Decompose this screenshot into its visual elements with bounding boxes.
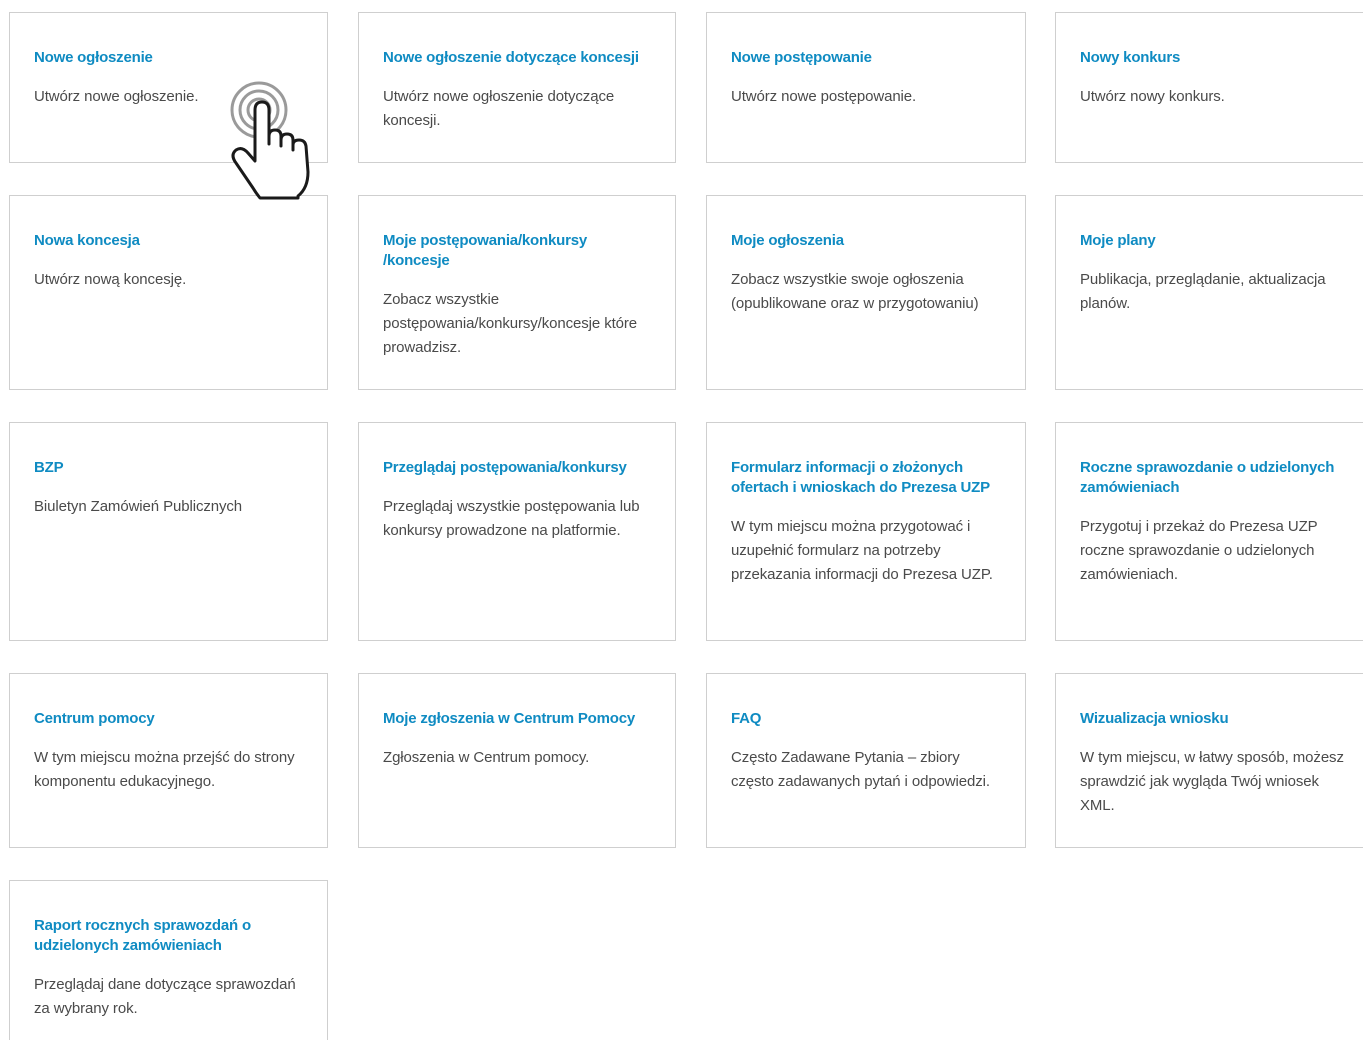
tile-title[interactable]: Raport rocznych sprawozdań o udzielonych…: [34, 916, 303, 956]
tile-moje-zgloszenia[interactable]: Moje zgłoszenia w Centrum Pomocy Zgłosze…: [358, 673, 676, 848]
tiles-grid: Nowe ogłoszenie Utwórz nowe ogłoszenie. …: [0, 0, 1363, 1040]
tile-moje-plany[interactable]: Moje plany Publikacja, przeglądanie, akt…: [1055, 195, 1363, 390]
tile-title[interactable]: Moje ogłoszenia: [731, 231, 1001, 251]
tile-description: Publikacja, przeglądanie, aktualizacja p…: [1080, 271, 1326, 312]
tile-title[interactable]: Moje zgłoszenia w Centrum Pomocy: [383, 709, 651, 729]
tile-title[interactable]: Nowa koncesja: [34, 231, 303, 251]
tile-title[interactable]: Roczne sprawozdanie o udzielonych zamówi…: [1080, 458, 1351, 498]
tile-moje-ogloszenia[interactable]: Moje ogłoszenia Zobacz wszystkie swoje o…: [706, 195, 1026, 390]
tile-title[interactable]: Wizualizacja wniosku: [1080, 709, 1351, 729]
tile-title[interactable]: Nowy konkurs: [1080, 48, 1351, 68]
tile-przegladaj-postepowania[interactable]: Przeglądaj postępowania/konkursy Przeglą…: [358, 422, 676, 641]
tile-nowe-postepowanie[interactable]: Nowe postępowanie Utwórz nowe postępowan…: [706, 12, 1026, 163]
tile-title[interactable]: Nowe postępowanie: [731, 48, 1001, 68]
tile-description: Przygotuj i przekaż do Prezesa UZP roczn…: [1080, 518, 1318, 583]
tile-moje-postepowania[interactable]: Moje postępowania/konkursy /koncesje Zob…: [358, 195, 676, 390]
tile-title[interactable]: FAQ: [731, 709, 1001, 729]
tile-title[interactable]: Nowe ogłoszenie dotyczące koncesji: [383, 48, 651, 68]
tile-title[interactable]: Moje plany: [1080, 231, 1351, 251]
tile-nowe-ogloszenie[interactable]: Nowe ogłoszenie Utwórz nowe ogłoszenie.: [9, 12, 328, 163]
tile-description: Przeglądaj wszystkie postępowania lub ko…: [383, 498, 640, 539]
tile-description: W tym miejscu, w łatwy sposób, możesz sp…: [1080, 749, 1344, 814]
tile-title[interactable]: Nowe ogłoszenie: [34, 48, 303, 68]
tile-description: Utwórz nowe postępowanie.: [731, 88, 917, 105]
tile-wizualizacja-wniosku[interactable]: Wizualizacja wniosku W tym miejscu, w ła…: [1055, 673, 1363, 848]
tile-title[interactable]: Centrum pomocy: [34, 709, 303, 729]
tile-description: W tym miejscu można przejść do strony ko…: [34, 749, 295, 790]
tile-bzp[interactable]: BZP Biuletyn Zamówień Publicznych: [9, 422, 328, 641]
tile-title[interactable]: Moje postępowania/konkursy /koncesje: [383, 231, 651, 271]
tile-formularz-informacji[interactable]: Formularz informacji o złożonych ofertac…: [706, 422, 1026, 641]
tile-title[interactable]: Przeglądaj postępowania/konkursy: [383, 458, 651, 478]
tile-description: Często Zadawane Pytania – zbiory często …: [731, 749, 990, 790]
tile-title[interactable]: Formularz informacji o złożonych ofertac…: [731, 458, 1001, 498]
tile-description: W tym miejscu można przygotować i uzupeł…: [731, 518, 993, 583]
tile-description: Utwórz nową koncesję.: [34, 271, 187, 288]
tile-description: Utwórz nowe ogłoszenie.: [34, 88, 199, 105]
tile-title[interactable]: BZP: [34, 458, 303, 478]
tile-raport-rocznych-sprawozdan[interactable]: Raport rocznych sprawozdań o udzielonych…: [9, 880, 328, 1040]
tile-nowe-ogloszenie-koncesji[interactable]: Nowe ogłoszenie dotyczące koncesji Utwór…: [358, 12, 676, 163]
tile-roczne-sprawozdanie[interactable]: Roczne sprawozdanie o udzielonych zamówi…: [1055, 422, 1363, 641]
tile-nowy-konkurs[interactable]: Nowy konkurs Utwórz nowy konkurs.: [1055, 12, 1363, 163]
tile-description: Przeglądaj dane dotyczące sprawozdań za …: [34, 976, 296, 1017]
tile-centrum-pomocy[interactable]: Centrum pomocy W tym miejscu można przej…: [9, 673, 328, 848]
tile-description: Zobacz wszystkie postępowania/konkursy/k…: [383, 291, 638, 356]
tile-description: Zgłoszenia w Centrum pomocy.: [383, 749, 590, 766]
tile-description: Biuletyn Zamówień Publicznych: [34, 498, 243, 515]
tile-nowa-koncesja[interactable]: Nowa koncesja Utwórz nową koncesję.: [9, 195, 328, 390]
tile-faq[interactable]: FAQ Często Zadawane Pytania – zbiory czę…: [706, 673, 1026, 848]
tile-description: Zobacz wszystkie swoje ogłoszenia (opubl…: [731, 271, 979, 312]
tile-description: Utwórz nowe ogłoszenie dotyczące koncesj…: [383, 88, 615, 129]
tile-description: Utwórz nowy konkurs.: [1080, 88, 1225, 105]
